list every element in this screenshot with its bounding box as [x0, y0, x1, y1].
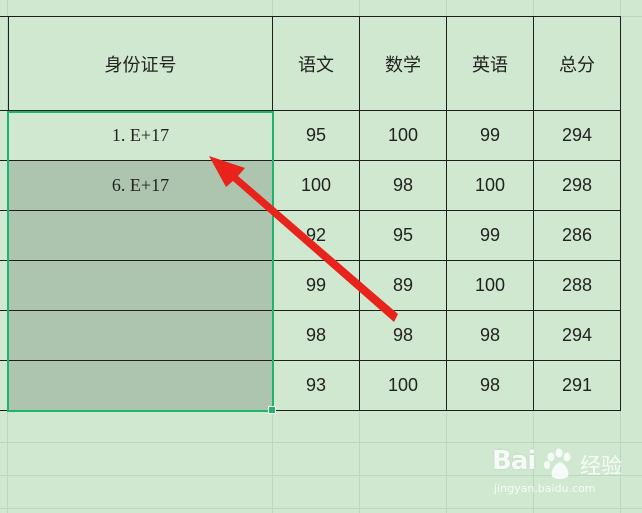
arrow-shape — [209, 156, 398, 322]
watermark-brand: Bai — [492, 446, 536, 476]
watermark-suffix: 经验 — [580, 454, 622, 478]
baidu-paw-icon — [544, 448, 571, 479]
watermark: Bai 经验 jingyan.baidu.com — [492, 446, 632, 498]
red-arrow-icon — [209, 156, 398, 322]
watermark-url: jingyan.baidu.com — [494, 482, 596, 495]
